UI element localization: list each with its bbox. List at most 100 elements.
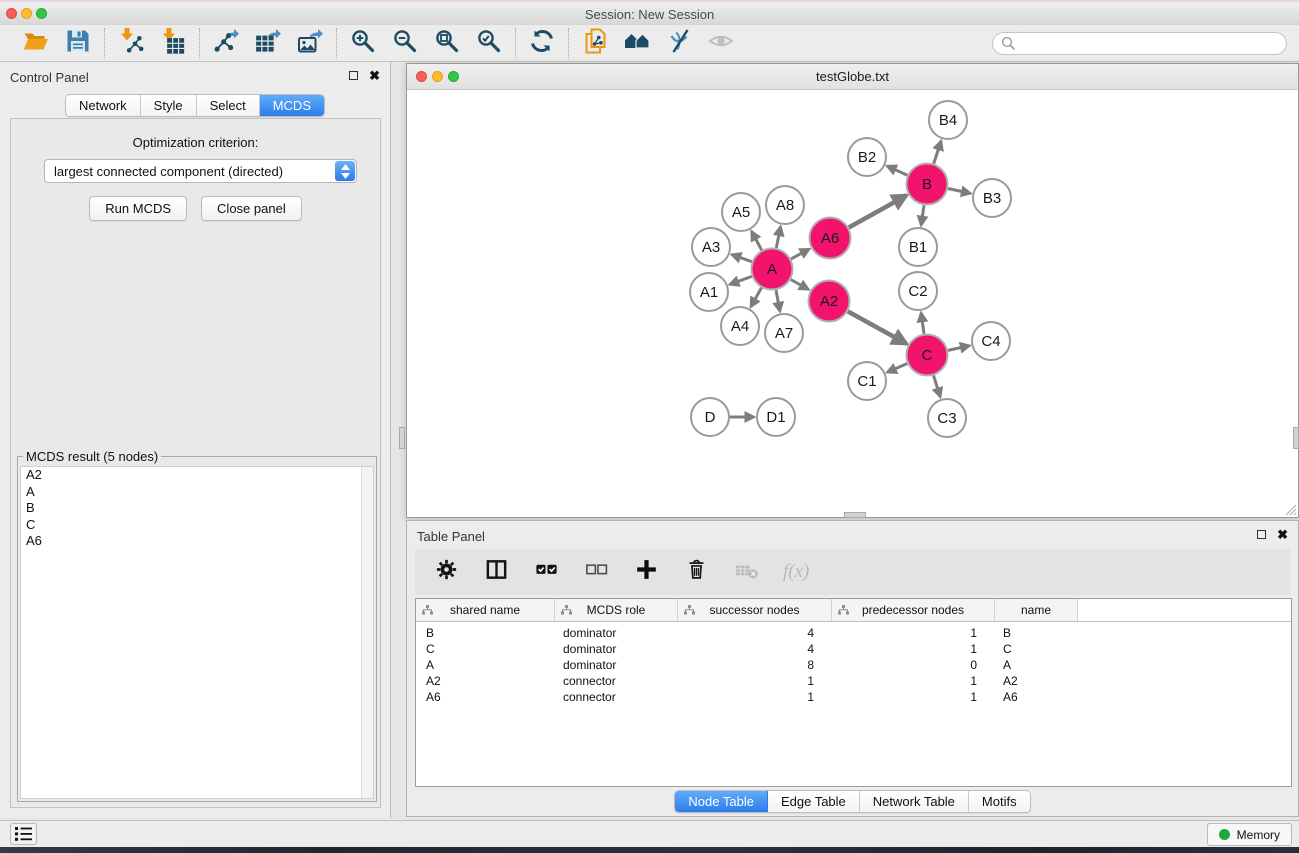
node-A8[interactable]: A8	[766, 186, 804, 224]
edge-A-A8[interactable]	[776, 227, 780, 248]
edge-A2-C[interactable]	[848, 311, 907, 343]
scrollbar-track[interactable]	[361, 467, 373, 798]
node-A1[interactable]: A1	[690, 273, 728, 311]
edge-A-A1[interactable]	[730, 276, 752, 284]
node-C4[interactable]: C4	[972, 322, 1010, 360]
edge-A-A7[interactable]	[776, 290, 780, 311]
node-C[interactable]: C	[907, 335, 948, 376]
node-B3[interactable]: B3	[973, 179, 1011, 217]
close-panel-button[interactable]: Close panel	[201, 196, 302, 221]
edge-B-B4[interactable]	[934, 141, 941, 164]
delete-column-button[interactable]	[683, 559, 709, 585]
tab-network-table[interactable]: Network Table	[860, 791, 969, 812]
export-table-button[interactable]	[255, 30, 281, 56]
edge-B-B3[interactable]	[948, 189, 971, 194]
edge-C-C3[interactable]	[934, 376, 941, 398]
add-column-button[interactable]	[633, 559, 659, 585]
close-table-panel-icon[interactable]: ✖	[1277, 530, 1288, 539]
node-A2[interactable]: A2	[809, 281, 850, 322]
close-panel-icon[interactable]: ✖	[369, 71, 380, 80]
tab-node-table[interactable]: Node Table	[675, 791, 768, 812]
node-C2[interactable]: C2	[899, 272, 937, 310]
import-network-button[interactable]	[118, 30, 144, 56]
node-A4[interactable]: A4	[721, 307, 759, 345]
search-input[interactable]	[992, 32, 1287, 55]
table-row[interactable]: A6connector11A6	[416, 689, 1291, 705]
edge-A6-B[interactable]	[849, 195, 907, 227]
mcds-result-item[interactable]: A	[21, 484, 373, 501]
mcds-result-item[interactable]: A6	[21, 533, 373, 550]
hide-details-button[interactable]	[666, 30, 692, 56]
table-row[interactable]: Cdominator41C	[416, 641, 1291, 657]
zoom-out-button[interactable]	[392, 30, 418, 56]
open-folder-button[interactable]	[23, 30, 49, 56]
home-button[interactable]	[624, 30, 650, 56]
node-A7[interactable]: A7	[765, 314, 803, 352]
zoom-selected-button[interactable]	[476, 30, 502, 56]
edge-C-C2[interactable]	[921, 313, 924, 334]
edge-A-A4[interactable]	[751, 288, 762, 307]
edge-C-C4[interactable]	[948, 346, 970, 351]
zoom-in-button[interactable]	[350, 30, 376, 56]
network-canvas[interactable]: B4 B2 B B3 A8A5 A6 A3 B1 A A1 C2 A2 A4A7 C4 C C1 C3 D D1	[407, 89, 1298, 517]
tab-network[interactable]: Network	[66, 95, 141, 116]
import-table-button[interactable]	[160, 30, 186, 56]
node-B4[interactable]: B4	[929, 101, 967, 139]
node-A[interactable]: A	[752, 249, 793, 290]
node-A3[interactable]: A3	[692, 228, 730, 266]
export-image-button[interactable]	[297, 30, 323, 56]
table-row[interactable]: Adominator80A	[416, 657, 1291, 673]
mcds-result-item[interactable]: B	[21, 500, 373, 517]
mcds-result-item[interactable]: C	[21, 517, 373, 534]
resize-grip-icon[interactable]	[1285, 504, 1297, 516]
show-panels-button[interactable]	[10, 823, 37, 845]
float-panel-icon[interactable]	[349, 71, 358, 80]
node-B2[interactable]: B2	[848, 138, 886, 176]
node-B1[interactable]: B1	[899, 228, 937, 266]
panel-grab-handle[interactable]	[1293, 427, 1299, 449]
tab-select[interactable]: Select	[197, 95, 260, 116]
column-view-button[interactable]	[483, 559, 509, 585]
edge-A-A5[interactable]	[752, 231, 762, 250]
edge-B-B2[interactable]	[887, 166, 907, 175]
gear-button[interactable]	[433, 559, 459, 585]
export-network-button[interactable]	[213, 30, 239, 56]
edge-A-A6[interactable]	[791, 249, 809, 259]
tab-mcds[interactable]: MCDS	[260, 95, 324, 116]
save-button[interactable]	[65, 30, 91, 56]
panel-grab-handle[interactable]	[844, 512, 866, 518]
clone-network-button[interactable]	[582, 30, 608, 56]
deselect-all-button[interactable]	[583, 559, 609, 585]
refresh-button[interactable]	[529, 30, 555, 56]
node-A6[interactable]: A6	[810, 218, 851, 259]
tab-edge-table[interactable]: Edge Table	[768, 791, 860, 812]
node-D1[interactable]: D1	[757, 398, 795, 436]
edge-A-A2[interactable]	[791, 280, 809, 290]
table-row[interactable]: A2connector11A2	[416, 673, 1291, 689]
node-D[interactable]: D	[691, 398, 729, 436]
column-header-mcds-role[interactable]: MCDS role	[555, 599, 678, 621]
column-header-name[interactable]: name	[995, 599, 1078, 621]
edge-C-C1[interactable]	[887, 364, 907, 373]
tab-style[interactable]: Style	[141, 95, 197, 116]
zoom-fit-button[interactable]	[434, 30, 460, 56]
select-all-button[interactable]	[533, 559, 559, 585]
edge-A-A3[interactable]	[732, 255, 752, 262]
node-A5[interactable]: A5	[722, 193, 760, 231]
column-header-predecessor-nodes[interactable]: predecessor nodes	[832, 599, 995, 621]
node-C3[interactable]: C3	[928, 399, 966, 437]
optimization-criterion-select[interactable]: largest connected component (directed)	[44, 159, 357, 183]
table-cell: 0	[832, 658, 995, 672]
mcds-result-item[interactable]: A2	[21, 467, 373, 484]
node-B[interactable]: B	[907, 164, 948, 205]
column-header-successor-nodes[interactable]: successor nodes	[678, 599, 832, 621]
edge-B-B1[interactable]	[921, 205, 924, 225]
table-row[interactable]: Bdominator41B	[416, 625, 1291, 641]
tab-motifs[interactable]: Motifs	[969, 791, 1030, 812]
panel-grab-handle[interactable]	[399, 427, 405, 449]
float-table-panel-icon[interactable]	[1257, 530, 1266, 539]
node-C1[interactable]: C1	[848, 362, 886, 400]
memory-button[interactable]: Memory	[1207, 823, 1292, 846]
run-mcds-button[interactable]: Run MCDS	[89, 196, 187, 221]
column-header-shared-name[interactable]: shared name	[416, 599, 555, 621]
